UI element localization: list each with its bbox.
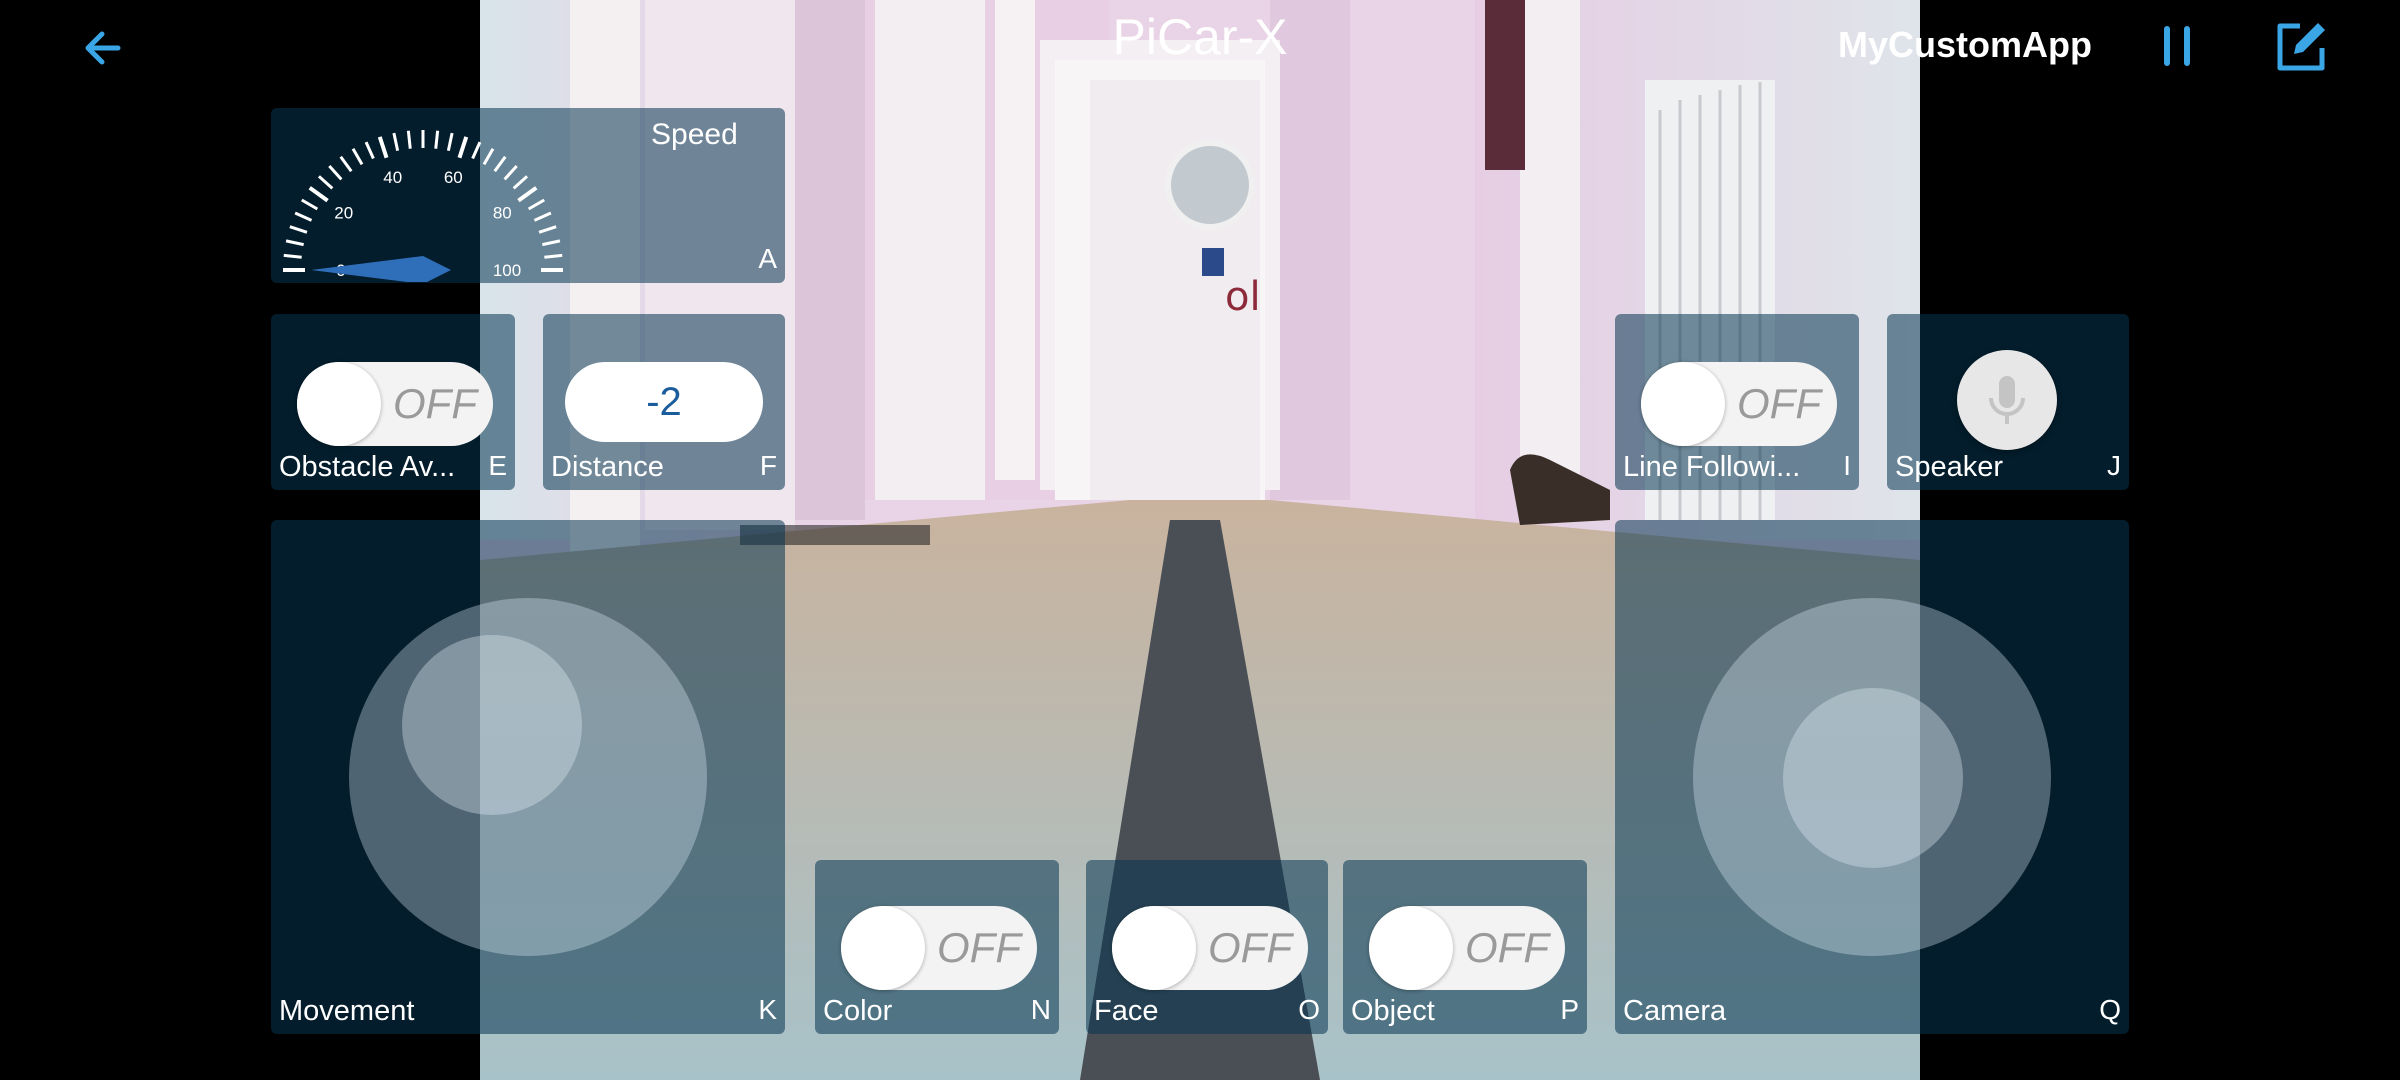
line-following-key: I	[1843, 450, 1851, 481]
gauge-tick-label: 60	[444, 168, 463, 187]
speed-label: Speed	[651, 118, 738, 151]
gauge-tick	[512, 175, 529, 190]
gauge-tick	[285, 239, 304, 247]
movement-panel: Movement K	[271, 520, 785, 1034]
edit-icon	[2277, 23, 2325, 71]
gauge-tick	[503, 164, 518, 181]
gauge-needle	[311, 256, 451, 282]
movement-key: K	[758, 994, 777, 1025]
toggle-state: OFF	[393, 380, 477, 427]
pause-button[interactable]	[2156, 20, 2200, 72]
obstacle-avoidance-key: E	[488, 450, 507, 481]
camera-joystick-handle[interactable]	[1783, 688, 1963, 868]
speaker-key: J	[2107, 450, 2121, 481]
gauge-tick	[283, 253, 302, 259]
movement-joystick-handle[interactable]	[402, 635, 582, 815]
gauge-tick	[328, 164, 343, 181]
speaker-panel: Speaker J	[1887, 314, 2129, 490]
toggle-state: OFF	[1465, 924, 1549, 971]
gauge-tick-label: 80	[493, 203, 512, 222]
toggle-knob	[1369, 906, 1453, 990]
arrow-left-icon	[85, 31, 121, 65]
distance-value: -2	[565, 362, 763, 442]
gauge-tick	[446, 132, 454, 151]
toggle-state: OFF	[1208, 924, 1292, 971]
camera-panel: Camera Q	[1615, 520, 2129, 1034]
speed-gauge: 020406080100	[283, 130, 563, 282]
toggle-knob	[1641, 362, 1725, 446]
face-detection-toggle[interactable]: OFF	[1112, 906, 1308, 990]
line-following-panel: OFF Line Followi... I	[1615, 314, 1859, 490]
gauge-tick	[493, 155, 507, 173]
gauge-tick-label: 20	[334, 203, 353, 222]
object-panel: OFF Object P	[1343, 860, 1587, 1034]
color-panel: OFF Color N	[815, 860, 1059, 1034]
face-panel: OFF Face O	[1086, 860, 1328, 1034]
gauge-tick	[457, 136, 469, 159]
color-detection-toggle[interactable]: OFF	[841, 906, 1037, 990]
toggle-state: OFF	[937, 924, 1021, 971]
speed-key: A	[758, 243, 777, 274]
svg-text:ol: ol	[1225, 274, 1261, 320]
object-label: Object	[1351, 995, 1435, 1027]
line-following-toggle[interactable]: OFF	[1641, 362, 1837, 446]
gauge-tick	[517, 186, 538, 203]
gauge-tick	[294, 211, 313, 222]
obstacle-avoidance-label: Obstacle Av...	[279, 451, 456, 483]
gauge-tick	[527, 198, 545, 211]
edit-button[interactable]	[2270, 16, 2332, 78]
gauge-tick	[392, 132, 400, 151]
gauge-tick	[301, 198, 319, 211]
gauge-tick	[434, 130, 440, 149]
object-key: P	[1560, 994, 1579, 1025]
speed-panel: 020406080100 Speed A	[271, 108, 785, 283]
gauge-tick	[482, 148, 495, 166]
movement-label: Movement	[279, 995, 415, 1027]
gauge-tick	[317, 175, 334, 190]
toggle-knob	[1112, 906, 1196, 990]
color-label: Color	[823, 995, 893, 1027]
gauge-tick	[339, 155, 353, 173]
obstacle-avoidance-panel: OFF Obstacle Av... E	[271, 314, 515, 490]
face-key: O	[1298, 994, 1320, 1025]
gauge-tick-label: 40	[383, 168, 402, 187]
speaker-label: Speaker	[1895, 451, 2004, 483]
distance-panel: -2 Distance F	[543, 314, 785, 490]
speaker-button[interactable]	[1957, 350, 2057, 450]
obstacle-avoidance-toggle[interactable]: OFF	[297, 362, 493, 446]
color-key: N	[1030, 994, 1051, 1025]
object-detection-toggle[interactable]: OFF	[1369, 906, 1565, 990]
camera-label: Camera	[1623, 995, 1727, 1027]
gauge-tick	[364, 141, 375, 160]
pause-icon	[2164, 26, 2190, 66]
gauge-tick	[471, 141, 482, 160]
gauge-tick	[533, 211, 552, 222]
face-label: Face	[1094, 995, 1159, 1027]
gauge-tick	[406, 130, 412, 149]
gauge-tick	[308, 186, 329, 203]
camera-key: Q	[2099, 994, 2121, 1025]
distance-key: F	[759, 450, 777, 481]
gauge-tick	[544, 253, 563, 259]
toggle-state: OFF	[1737, 380, 1821, 427]
toggle-knob	[841, 906, 925, 990]
gauge-tick	[289, 225, 308, 234]
app-name-label: MyCustomApp	[1838, 24, 2092, 65]
distance-label: Distance	[551, 451, 664, 483]
back-button[interactable]	[78, 18, 138, 78]
gauge-tick	[542, 239, 561, 247]
gauge-tick	[351, 148, 364, 166]
gauge-tick	[538, 225, 557, 234]
gauge-tick	[377, 136, 389, 159]
toggle-knob	[297, 362, 381, 446]
gauge-tick-label: 100	[493, 261, 521, 280]
microphone-icon	[1989, 376, 2025, 424]
line-following-label: Line Followi...	[1623, 451, 1801, 483]
